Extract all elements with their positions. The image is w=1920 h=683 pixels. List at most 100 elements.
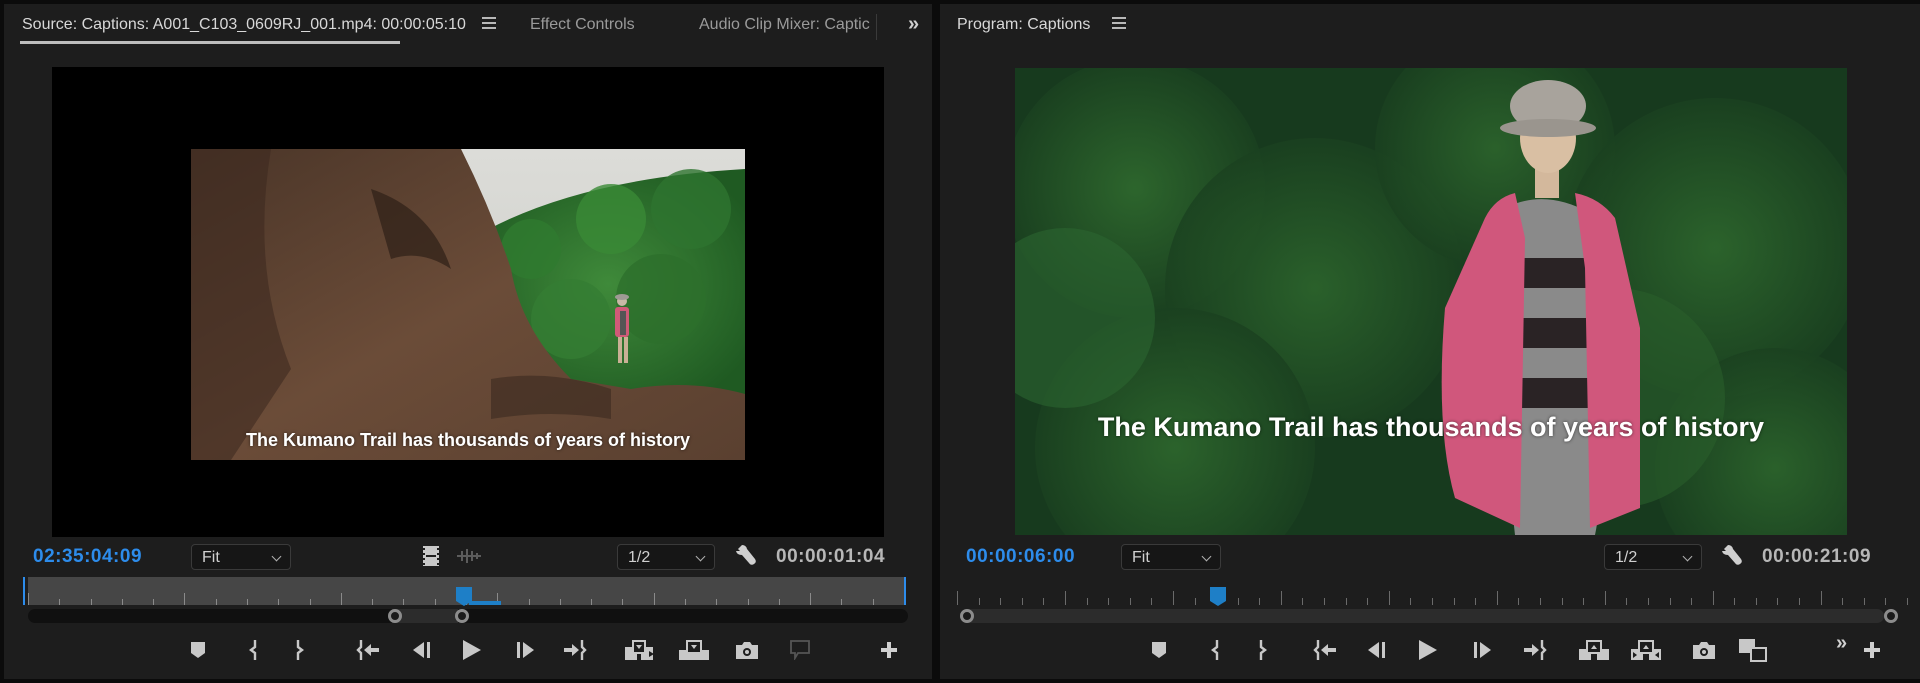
ruler-tick (1302, 598, 1303, 605)
ruler-tick (153, 599, 154, 605)
controls-overflow-icon[interactable]: » (1836, 632, 1847, 655)
ruler-tick (1065, 591, 1066, 605)
ruler-tick (1605, 591, 1606, 605)
step-back-button[interactable] (408, 638, 436, 662)
go-to-out-button[interactable] (1521, 638, 1549, 662)
ruler-tick (403, 599, 404, 605)
ruler-tick (810, 593, 811, 605)
program-zoom-handle-right[interactable] (1884, 609, 1898, 623)
add-marker-button[interactable] (184, 638, 212, 662)
step-back-button[interactable] (1363, 638, 1391, 662)
go-to-out-button[interactable] (561, 638, 589, 662)
ruler-tick (1281, 591, 1282, 605)
program-video-frame: The Kumano Trail has thousands of years … (1015, 68, 1847, 535)
ruler-tick (1195, 598, 1196, 605)
drag-audio-only-icon[interactable] (457, 549, 481, 563)
ruler-tick (435, 599, 436, 605)
caption-comment-icon[interactable] (786, 638, 814, 662)
source-video-area: The Kumano Trail has thousands of years … (52, 67, 884, 537)
program-zoom-handle-left[interactable] (960, 609, 974, 623)
mark-in-button[interactable] (1201, 638, 1229, 662)
source-current-timecode[interactable]: 02:35:04:09 (33, 546, 142, 568)
ruler-tick (685, 599, 686, 605)
program-monitor-panel: Program: Captions The Kumano Trail has t… (940, 4, 1920, 679)
source-out-point-marker (904, 577, 906, 605)
extract-button[interactable] (1630, 638, 1662, 662)
source-zoom-select-value: Fit (202, 549, 220, 566)
ruler-tick (1108, 598, 1109, 605)
ruler-tick (1367, 598, 1368, 605)
mark-out-button[interactable] (1249, 638, 1277, 662)
wrench-settings-icon[interactable] (1720, 544, 1744, 568)
program-resolution-select-value: 1/2 (1615, 549, 1638, 566)
source-zoom-handle-right[interactable] (455, 609, 469, 623)
lift-button[interactable] (1578, 638, 1610, 662)
ruler-tick (654, 593, 655, 605)
button-editor-plus-icon[interactable] (875, 638, 903, 662)
tab-audio-clip-mixer[interactable]: Audio Clip Mixer: Captic (699, 16, 875, 34)
ruler-tick (622, 599, 623, 605)
program-time-ruler[interactable] (957, 587, 1908, 605)
ruler-tick (716, 599, 717, 605)
ruler-tick (247, 599, 248, 605)
source-caption-text: The Kumano Trail has thousands of years … (245, 430, 691, 450)
ruler-tick (1691, 598, 1692, 605)
ruler-tick (28, 593, 29, 605)
ruler-tick (957, 591, 958, 605)
insert-button[interactable] (624, 638, 656, 662)
ruler-tick (341, 593, 342, 605)
ruler-tick (310, 599, 311, 605)
button-editor-plus-icon[interactable] (1858, 638, 1886, 662)
ruler-tick (1432, 598, 1433, 605)
ruler-tick (873, 599, 874, 605)
export-frame-camera-icon[interactable] (1690, 638, 1718, 662)
ruler-tick (372, 599, 373, 605)
program-zoom-select[interactable]: Fit (1121, 544, 1221, 570)
comparison-view-icon[interactable] (1737, 638, 1769, 662)
hamburger-menu-icon[interactable] (1112, 17, 1126, 29)
tab-effect-controls[interactable]: Effect Controls (530, 16, 635, 34)
program-caption-text: The Kumano Trail has thousands of years … (1097, 412, 1765, 442)
wrench-settings-icon[interactable] (734, 544, 758, 568)
ruler-tick (591, 599, 592, 605)
program-current-timecode[interactable]: 00:00:06:00 (966, 546, 1075, 568)
program-playhead[interactable] (1210, 587, 1226, 606)
step-forward-button[interactable] (511, 638, 539, 662)
step-forward-button[interactable] (1468, 638, 1496, 662)
go-to-in-button[interactable] (1311, 638, 1339, 662)
source-zoom-handle-left[interactable] (388, 609, 402, 623)
ruler-tick (1173, 591, 1174, 605)
export-frame-camera-icon[interactable] (733, 638, 761, 662)
program-zoom-scrollbar[interactable] (964, 609, 1884, 623)
source-playhead[interactable] (456, 587, 472, 606)
play-button[interactable] (458, 638, 486, 662)
source-tabbar: Source: Captions: A001_C103_0609RJ_001.m… (4, 4, 932, 48)
source-frame-image (191, 149, 745, 460)
source-zoom-select[interactable]: Fit (191, 544, 291, 570)
source-resolution-select[interactable]: 1/2 (617, 544, 715, 570)
ruler-tick (1885, 598, 1886, 605)
mark-in-button[interactable] (239, 638, 267, 662)
ruler-tick (1842, 598, 1843, 605)
source-duration-timecode: 00:00:01:04 (776, 546, 886, 567)
overwrite-button[interactable] (678, 638, 710, 662)
ruler-tick (1238, 598, 1239, 605)
go-to-in-button[interactable] (354, 638, 382, 662)
source-in-point-marker (23, 577, 25, 605)
drag-video-only-icon[interactable] (421, 545, 441, 567)
play-button[interactable] (1414, 638, 1442, 662)
ruler-tick (1821, 591, 1822, 605)
tab-source[interactable]: Source: Captions: A001_C103_0609RJ_001.m… (22, 16, 466, 34)
hamburger-menu-icon[interactable] (482, 17, 496, 29)
ruler-tick (1022, 598, 1023, 605)
ruler-tick (1670, 598, 1671, 605)
chevron-down-icon (1201, 551, 1212, 562)
tab-program[interactable]: Program: Captions (957, 16, 1090, 34)
ruler-tick (1475, 598, 1476, 605)
ruler-tick (1583, 598, 1584, 605)
program-resolution-select[interactable]: 1/2 (1604, 544, 1702, 570)
ruler-tick (841, 599, 842, 605)
tab-overflow-icon[interactable]: » (908, 13, 919, 36)
add-marker-button[interactable] (1145, 638, 1173, 662)
mark-out-button[interactable] (286, 638, 314, 662)
